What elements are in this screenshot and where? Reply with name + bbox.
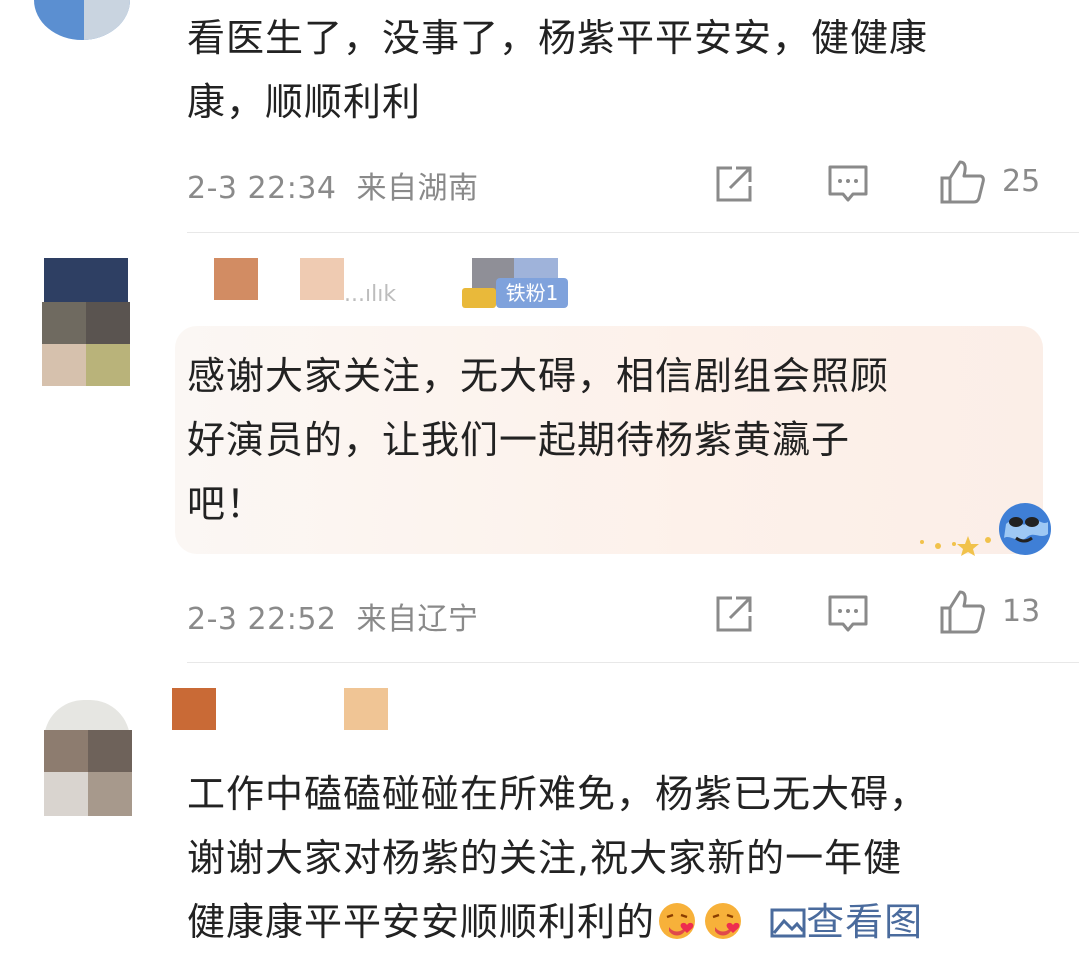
location: 来自辽宁: [356, 602, 479, 637]
kiss-emoji-icon: [657, 896, 697, 939]
view-image-link[interactable]: 查看图: [757, 900, 923, 944]
share-icon[interactable]: [712, 162, 756, 206]
comment-text: 工作中磕磕碰碰在所难免，杨紫已无大碍， 谢谢大家对杨紫的关注,祝大家新的一年健 …: [187, 772, 929, 944]
comment-icon[interactable]: [826, 592, 870, 636]
sparkle-decoration-icon: [916, 532, 996, 556]
globe-sticker-icon: [996, 500, 1054, 558]
divider: [187, 232, 1079, 233]
thumbs-up-icon[interactable]: [938, 158, 986, 206]
timestamp: 2-3 22:34 来自湖南: [187, 171, 479, 206]
kiss-emoji-icon: [703, 896, 743, 939]
share-icon[interactable]: [712, 592, 756, 636]
thumbs-up-icon[interactable]: [938, 588, 986, 636]
like-count: 13: [1002, 594, 1041, 629]
timestamp: 2-3 22:52 来自辽宁: [187, 602, 479, 637]
fan-badge: 铁粉1: [496, 278, 568, 308]
username[interactable]: [172, 688, 392, 732]
divider: [187, 662, 1079, 663]
comment-text: 感谢大家关注，无大碍，相信剧组会照顾 好演员的，让我们一起期待杨紫黄瀛子 吧！: [187, 354, 890, 526]
location: 来自湖南: [356, 171, 479, 206]
comment-icon[interactable]: [826, 162, 870, 206]
comment-text: 看医生了，没事了，杨紫平平安安，健健康 康，顺顺利利: [187, 16, 929, 124]
image-icon: [770, 894, 806, 938]
avatar[interactable]: [34, 0, 130, 40]
avatar[interactable]: [36, 700, 132, 816]
like-count: 25: [1002, 164, 1041, 199]
avatar[interactable]: [42, 258, 132, 388]
crown-badge-icon: [462, 288, 496, 308]
